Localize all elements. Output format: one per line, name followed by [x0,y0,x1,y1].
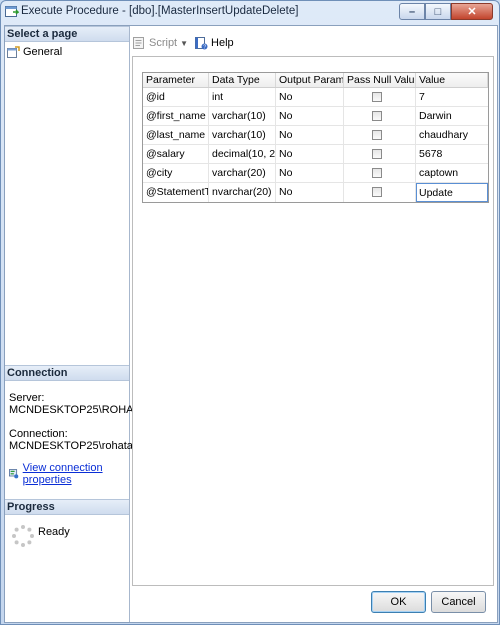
server-label: Server: [9,392,45,404]
table-row[interactable]: @salary decimal(10, 2) No 5678 [143,145,488,164]
maximize-button[interactable]: □ [425,3,451,20]
parameter-name: @id [143,88,209,106]
help-label: Help [211,37,234,49]
progress-status: Ready [38,526,70,538]
pass-null-cell [344,164,416,182]
minimize-button[interactable]: – [399,3,425,20]
left-pane: Select a page General Connection Server:… [5,26,162,622]
dialog-window: Execute Procedure - [dbo].[MasterInsertU… [0,0,500,625]
table-row[interactable]: @first_name varchar(10) No Darwin [143,107,488,126]
view-connection-properties-link[interactable]: View connection properties [23,462,129,486]
title-bar: Execute Procedure - [dbo].[MasterInsertU… [1,1,499,23]
pass-null-checkbox[interactable] [372,111,382,121]
pass-null-checkbox[interactable] [372,130,382,140]
column-header-parameter[interactable]: Parameter [143,73,209,87]
close-icon: ✕ [467,6,477,18]
parameter-name: @last_name [143,126,209,144]
view-connection-properties[interactable]: View connection properties [9,462,129,486]
column-header-output-parameter[interactable]: Output Parame... [276,73,344,87]
output-parameter: No [276,126,344,144]
table-row[interactable]: @last_name varchar(10) No chaudhary [143,126,488,145]
chevron-down-icon[interactable]: ▼ [180,39,188,48]
connection-properties-icon [9,469,19,479]
script-label: Script [149,37,178,49]
connection-value: MCNDESKTOP25\rohatash [9,440,145,452]
dialog-client-area: Select a page General Connection Server:… [4,25,498,623]
cancel-button[interactable]: Cancel [431,591,486,613]
pass-null-cell [344,88,416,106]
ok-button[interactable]: OK [371,591,426,613]
data-type: varchar(20) [209,164,276,182]
minimize-icon: – [408,5,416,18]
column-header-pass-null-value[interactable]: Pass Null Value [344,73,416,87]
progress-header: Progress [5,499,129,515]
pass-null-checkbox[interactable] [372,168,382,178]
data-type: varchar(10) [209,107,276,125]
value-cell[interactable]: Darwin [416,107,488,125]
pass-null-checkbox[interactable] [372,187,382,197]
column-header-data-type[interactable]: Data Type [209,73,276,87]
execute-procedure-icon [5,6,19,17]
value-input-active[interactable]: Update [416,183,488,202]
parameters-grid[interactable]: Parameter Data Type Output Parame... Pas… [142,72,489,203]
data-type: int [209,88,276,106]
connection-details: Server: MCNDESKTOP25\ROHATASH Connection… [9,392,162,452]
pass-null-cell [344,145,416,163]
pass-null-cell [344,107,416,125]
parameter-name: @StatementT... [143,183,209,202]
data-type: varchar(10) [209,126,276,144]
page-item-label: General [23,46,63,58]
value-cell[interactable]: chaudhary [416,126,488,144]
output-parameter: No [276,145,344,163]
connection-label: Connection: [9,428,68,440]
parameter-name: @city [143,164,209,182]
close-button[interactable]: ✕ [451,3,493,20]
table-row[interactable]: @StatementT... nvarchar(20) No Update [143,183,488,202]
output-parameter: No [276,183,344,202]
value-cell[interactable]: captown [416,164,488,182]
parameter-name: @first_name [143,107,209,125]
value-cell[interactable]: 5678 [416,145,488,163]
table-row[interactable]: @id int No 7 [143,88,488,107]
value-cell[interactable]: 7 [416,88,488,106]
general-page-icon [7,46,20,58]
output-parameter: No [276,164,344,182]
pass-null-cell [344,126,416,144]
pass-null-cell [344,183,416,202]
maximize-icon: □ [434,5,442,18]
window-title: Execute Procedure - [dbo].[MasterInsertU… [21,5,299,17]
page-item-general[interactable]: General [7,46,62,58]
pass-null-checkbox[interactable] [372,92,382,102]
svg-text:?: ? [203,45,206,51]
select-page-header: Select a page [5,26,129,42]
output-parameter: No [276,88,344,106]
output-parameter: No [276,107,344,125]
help-button[interactable]: ? Help [194,36,234,50]
script-icon [133,37,144,49]
script-button[interactable]: Script ▼ [132,36,188,50]
table-row[interactable]: @city varchar(20) No captown [143,164,488,183]
column-header-value[interactable]: Value [416,73,488,87]
pass-null-checkbox[interactable] [372,149,382,159]
server-value: MCNDESKTOP25\ROHATASH [9,404,162,416]
progress-spinner-icon [12,525,34,547]
toolbar: Script ▼ ? Help [132,33,234,53]
grid-header: Parameter Data Type Output Parame... Pas… [143,73,488,88]
help-icon: ? [195,37,208,51]
data-type: nvarchar(20) [209,183,276,202]
parameter-name: @salary [143,145,209,163]
data-type: decimal(10, 2) [209,145,276,163]
connection-header: Connection [5,365,129,381]
